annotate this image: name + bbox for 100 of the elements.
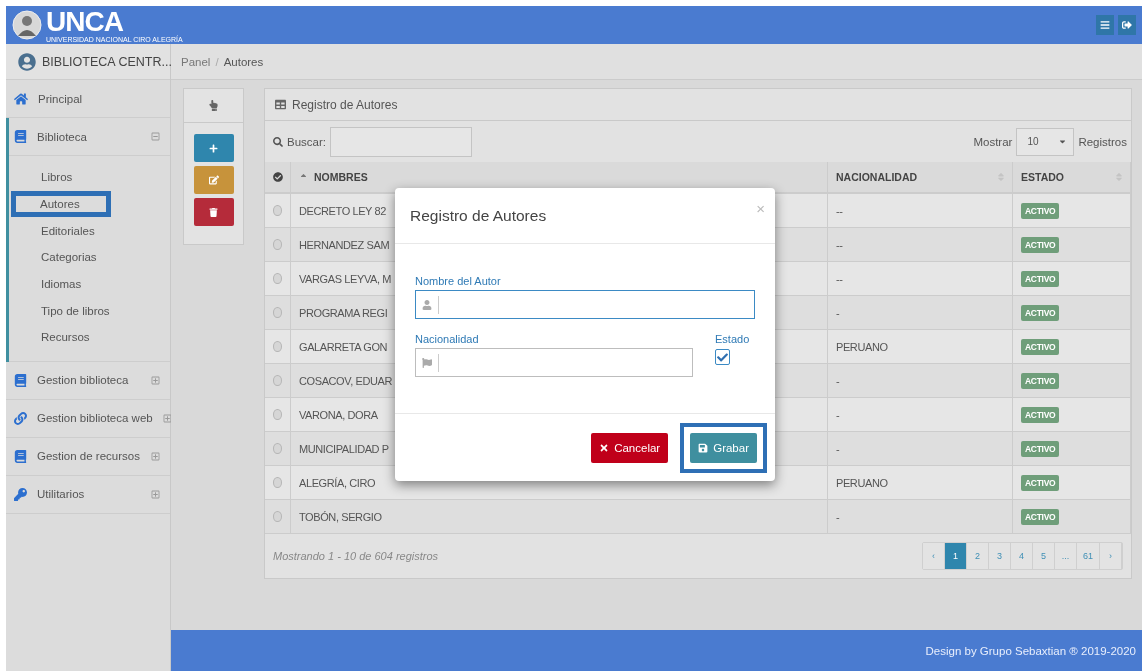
save-button[interactable]: Grabar [690,432,757,463]
status-badge: ACTIVO [1021,406,1060,423]
row-radio[interactable] [273,239,282,250]
page-link[interactable]: ‹ [923,543,945,569]
status-badge: ACTIVO [1021,372,1060,389]
table-cell: PERUANO [836,340,888,353]
table-cell: -- [836,238,843,251]
expand-icon[interactable] [151,489,160,499]
logo-icon [12,10,42,40]
menu-item[interactable]: Biblioteca [9,118,170,156]
logout-button[interactable] [1118,15,1136,35]
table-cell: VARONA, DORA [299,408,378,421]
table-cell: VARGAS LEYVA, M [299,272,391,285]
expand-icon[interactable] [151,375,160,385]
status-badge: ACTIVO [1021,508,1060,525]
save-icon [698,442,709,453]
records-label: Registros [1078,135,1127,148]
edit-icon [208,175,219,185]
avatar-icon [18,52,36,71]
table-cell: -- [836,272,843,285]
menu-item[interactable]: Gestion biblioteca web [6,399,170,438]
table-cell: PROGRAMA REGI [299,306,388,319]
table-cell: DECRETO LEY 82 [299,204,386,217]
status-badge: ACTIVO [1021,270,1060,287]
close-icon [599,442,610,453]
book-icon [14,130,27,143]
expand-icon[interactable] [162,413,172,423]
submenu-item[interactable]: Tipo de libros [35,297,116,325]
plus-icon [209,143,218,153]
search-field[interactable] [330,126,472,157]
submenu-item[interactable]: Categorias [35,244,103,271]
row-radio[interactable] [273,511,282,522]
row-radio[interactable] [273,443,282,454]
delete-button[interactable] [193,198,234,226]
search-icon [273,136,283,147]
user-name: BIBLIOTECA CENTR... [42,54,172,69]
row-radio[interactable] [273,477,282,488]
table-cell: - [836,510,840,523]
row-radio[interactable] [273,409,282,420]
breadcrumb-link[interactable]: Panel [181,55,211,68]
breadcrumb-separator: / [215,55,219,68]
add-button[interactable] [193,134,234,162]
row-radio[interactable] [273,273,282,284]
status-badge: ACTIVO [1021,202,1060,219]
submenu-item[interactable]: Libros [35,164,79,191]
menu-item[interactable]: Gestion biblioteca [6,361,170,400]
input-field[interactable] [415,290,755,319]
page-size-select[interactable]: 10 [1016,127,1075,156]
column-header[interactable]: ESTADO [1013,162,1131,194]
status-badge: ACTIVO [1021,474,1060,491]
status-badge: ACTIVO [1021,440,1060,457]
table-cell: PERUANO [836,476,888,489]
table-cell: GALARRETA GON [299,340,388,353]
menu-item[interactable]: Principal [6,80,170,118]
menu-button[interactable] [1096,15,1114,35]
menu-icon [1100,20,1110,30]
submenu-item[interactable]: Editoriales [35,217,101,245]
records-info: Mostrando 1 - 10 de 604 registros [273,550,439,562]
trash-icon [209,207,218,217]
status-badge: ACTIVO [1021,236,1060,253]
user-icon [422,299,432,310]
table-cell: TOBÓN, SERGIO [299,510,382,523]
caret-icon [1058,137,1068,146]
cancel-button[interactable]: Cancelar [591,432,669,463]
row-radio[interactable] [273,307,282,318]
expand-icon[interactable] [151,451,160,461]
flag-icon [422,357,432,368]
input-field[interactable] [415,348,693,377]
table-cell: MUNICIPALIDAD P [299,442,389,455]
checkbox[interactable] [715,349,730,365]
modal-title: Registro de Autores [410,206,547,225]
page-link[interactable]: 1 [945,543,967,569]
key-icon [14,487,27,501]
checkbox-label: Estado [715,333,751,345]
field-label: Nacionalidad [415,333,480,345]
table-cell: - [836,306,840,319]
submenu-item[interactable]: Idiomas [35,270,88,298]
row-radio[interactable] [273,205,282,216]
menu-item[interactable]: Utilitarios [6,475,170,514]
submenu-item[interactable]: Autores [11,190,111,218]
table-cell: HERNANDEZ SAM [299,238,390,251]
table-cell: -- [836,204,843,217]
breadcrumb-link[interactable]: Autores [223,55,264,68]
field-label: Nombre del Autor [415,275,502,287]
table-cell: COSACOV, EDUAR [299,374,393,387]
table-cell: - [836,408,840,421]
logout-icon [1122,20,1132,30]
submenu-item[interactable]: Recursos [35,324,96,351]
table-cell: ALEGRÍA, CIRO [299,476,376,489]
show-label: Mostrar [973,135,1013,148]
book-icon [14,373,27,387]
table-icon [275,99,286,110]
column-header[interactable]: NACIONALIDAD [828,162,1013,194]
table-cell: - [836,374,840,387]
row-radio[interactable] [273,375,282,386]
footer-text: Design by Grupo Sebaxtian ® 2019-2020 [925,644,1136,657]
logo-text: UNCA [46,7,124,36]
row-radio[interactable] [273,341,282,352]
table-cell: - [836,442,840,455]
menu-item[interactable]: Gestion de recursos [6,437,170,476]
